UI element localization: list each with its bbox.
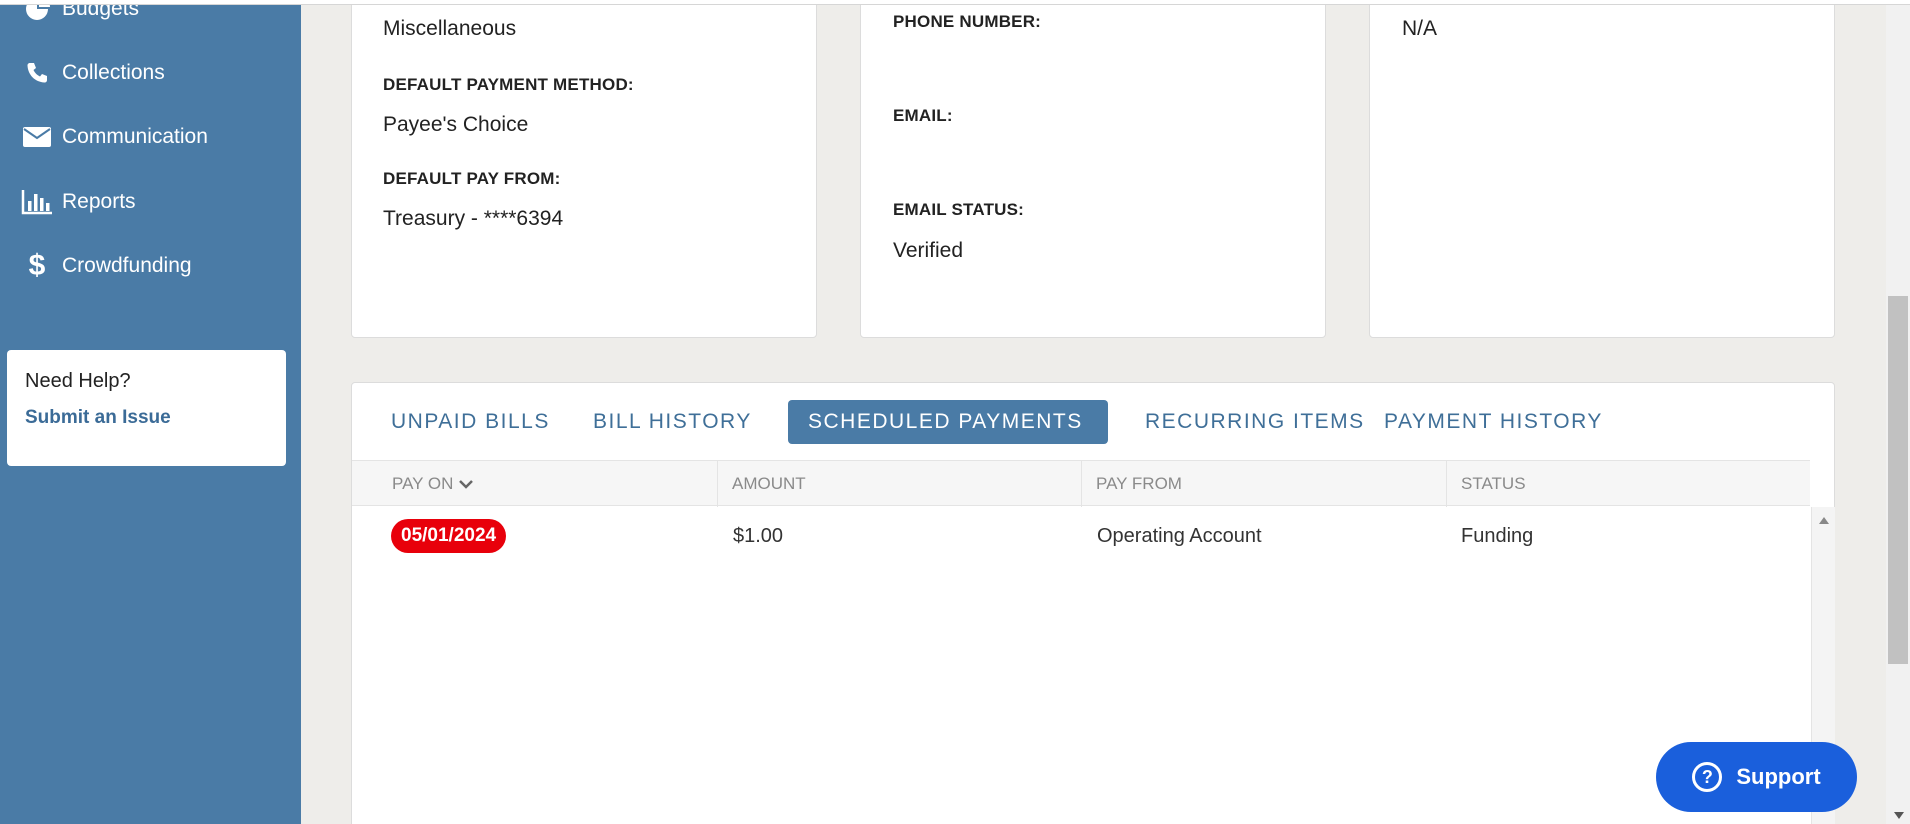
sidebar-item-label: Communication — [62, 125, 208, 148]
envelope-icon — [20, 120, 54, 154]
pay-on-date-badge: 05/01/2024 — [391, 519, 507, 553]
default-payment-method-label: DEFAULT PAYMENT METHOD: — [383, 75, 634, 94]
column-header-pay-from[interactable]: PAY FROM — [1082, 461, 1447, 507]
tab-bill-history[interactable]: BILL HISTORY — [573, 400, 772, 444]
column-header-pay-on[interactable]: PAY ON — [352, 461, 718, 507]
phone-icon — [20, 56, 54, 90]
help-box: Need Help? Submit an Issue — [7, 350, 286, 466]
email-status-value: Verified — [893, 239, 964, 262]
sidebar-item-crowdfunding[interactable]: $ Crowdfunding — [0, 241, 301, 291]
bar-chart-icon — [20, 185, 54, 219]
support-label: Support — [1736, 764, 1821, 789]
scroll-up-arrow-icon[interactable] — [1819, 517, 1829, 524]
sidebar-item-collections[interactable]: Collections — [0, 48, 301, 98]
column-header-status[interactable]: STATUS — [1447, 461, 1810, 507]
column-header-label: STATUS — [1461, 474, 1526, 493]
help-title: Need Help? — [25, 370, 131, 392]
payee-details-card: Miscellaneous DEFAULT PAYMENT METHOD: Pa… — [351, 0, 817, 338]
column-header-label: AMOUNT — [732, 474, 806, 493]
pay-from-cell: Operating Account — [1097, 524, 1262, 547]
sidebar-item-budgets[interactable]: Budgets — [0, 0, 301, 34]
dollar-icon: $ — [28, 249, 46, 282]
default-payment-method-value: Payee's Choice — [383, 113, 529, 136]
sidebar-item-label: Collections — [62, 61, 165, 84]
submit-issue-link[interactable]: Submit an Issue — [25, 407, 268, 429]
additional-info-card: N/A — [1369, 0, 1835, 338]
sidebar-item-label: Reports — [62, 190, 136, 213]
email-label: EMAIL: — [893, 106, 953, 125]
question-icon: ? — [1692, 762, 1723, 792]
table-header: PAY ON AMOUNT PAY FROM STATUS — [352, 460, 1810, 507]
page-scrollbar-thumb[interactable] — [1888, 296, 1908, 664]
phone-number-label: PHONE NUMBER: — [893, 12, 1042, 31]
sidebar-item-communication[interactable]: Communication — [0, 112, 301, 162]
category-value: Miscellaneous — [383, 17, 517, 40]
column-header-label: PAY FROM — [1096, 474, 1182, 493]
default-pay-from-value: Treasury - ****6394 — [383, 207, 564, 230]
sidebar-item-reports[interactable]: Reports — [0, 177, 301, 227]
amount-cell: $1.00 — [733, 524, 784, 547]
column-header-amount[interactable]: AMOUNT — [718, 461, 1082, 507]
column-header-label: PAY ON — [392, 474, 454, 493]
tab-recurring-items[interactable]: RECURRING ITEMS — [1125, 400, 1385, 444]
chevron-down-icon — [459, 474, 474, 494]
additional-info-value: N/A — [1402, 17, 1438, 40]
tab-unpaid-bills[interactable]: UNPAID BILLS — [371, 400, 570, 444]
bills-panel: UNPAID BILLS BILL HISTORY SCHEDULED PAYM… — [351, 382, 1835, 824]
contact-card: PHONE NUMBER: EMAIL: EMAIL STATUS: Verif… — [860, 0, 1326, 338]
sidebar-item-label: Crowdfunding — [62, 254, 192, 277]
support-button[interactable]: ? Support — [1656, 742, 1857, 812]
tab-scheduled-payments[interactable]: SCHEDULED PAYMENTS — [788, 400, 1108, 444]
email-status-label: EMAIL STATUS: — [893, 200, 1025, 219]
pay-on-cell: 05/01/2024 — [391, 507, 507, 565]
top-border — [0, 0, 1910, 5]
default-pay-from-label: DEFAULT PAY FROM: — [383, 169, 561, 188]
scroll-down-arrow-icon[interactable] — [1894, 812, 1904, 819]
sidebar: Budgets Collections Communication Report… — [0, 0, 301, 824]
table-row[interactable]: 05/01/2024 $1.00 Operating Account Fundi… — [352, 507, 1810, 565]
tab-payment-history[interactable]: PAYMENT HISTORY — [1364, 400, 1623, 444]
status-cell: Funding — [1461, 524, 1534, 547]
